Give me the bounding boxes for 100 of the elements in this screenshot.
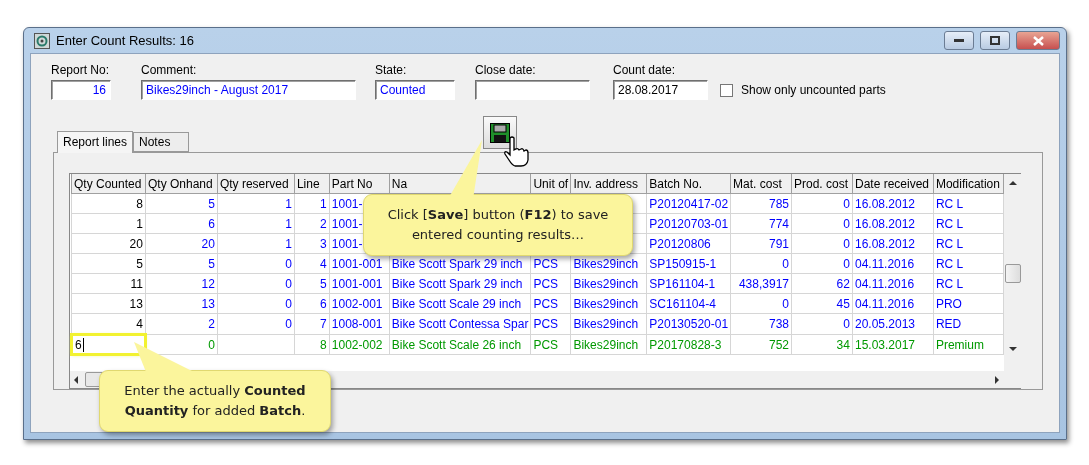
field-label: Count date: bbox=[613, 63, 677, 77]
column-header[interactable]: Modification bbox=[933, 174, 1004, 194]
table-cell: P20120417-02 bbox=[649, 196, 729, 211]
table-cell: Bikes29inch bbox=[573, 276, 639, 291]
table-cell: 8 bbox=[136, 196, 143, 211]
table-cell: 5 bbox=[320, 276, 327, 291]
table-cell: PCS bbox=[533, 317, 559, 331]
table-cell: 0 bbox=[285, 256, 292, 271]
checkbox[interactable] bbox=[720, 83, 733, 97]
text-field[interactable] bbox=[475, 80, 590, 100]
table-cell: 2 bbox=[320, 216, 327, 231]
table-cell: RC L bbox=[935, 196, 964, 211]
table-cell: 0 bbox=[843, 216, 850, 231]
window-title: Enter Count Results: 16 bbox=[56, 33, 196, 48]
table-cell: 13 bbox=[201, 296, 215, 311]
table-cell: 0 bbox=[843, 236, 850, 251]
table-cell: 1008-001 bbox=[331, 317, 383, 331]
table-cell: 16.08.2012 bbox=[854, 196, 916, 211]
column-header[interactable]: Qty reserved bbox=[217, 174, 295, 194]
table-cell: 1001-001 bbox=[331, 276, 383, 291]
save-button[interactable] bbox=[483, 116, 517, 149]
column-header[interactable]: Mat. cost bbox=[730, 174, 792, 194]
table-cell: 0 bbox=[285, 317, 292, 331]
table-cell: 1 bbox=[285, 216, 292, 231]
field-label: Comment: bbox=[141, 63, 198, 77]
table-cell: PRO bbox=[935, 296, 962, 311]
table-cell: 774 bbox=[768, 216, 789, 231]
table-cell: 20 bbox=[201, 236, 215, 251]
minimize-button[interactable] bbox=[944, 31, 974, 50]
table-cell: Bikes29inch bbox=[573, 337, 639, 352]
table-cell: Premium bbox=[935, 337, 984, 352]
column-header[interactable]: Inv. address bbox=[570, 174, 647, 194]
table-cell: P20120703-01 bbox=[649, 216, 729, 231]
table-cell: 12 bbox=[201, 276, 215, 291]
scrollbar-thumb[interactable] bbox=[1005, 264, 1021, 283]
table-cell: 16.08.2012 bbox=[854, 236, 916, 251]
table-cell: 1001-001 bbox=[331, 256, 383, 271]
text-field[interactable]: 16 bbox=[51, 80, 111, 100]
text-field[interactable]: 28.08.2017 bbox=[613, 80, 708, 100]
checkbox-label: Show only uncounted parts bbox=[741, 83, 886, 97]
table-cell: 738 bbox=[768, 317, 789, 331]
table-cell: 04.11.2016 bbox=[854, 256, 915, 271]
field-label: Close date: bbox=[475, 63, 537, 77]
column-header[interactable]: Batch No. bbox=[646, 174, 731, 194]
table-cell: 1 bbox=[136, 216, 143, 231]
table-cell: 11 bbox=[130, 276, 143, 291]
table-cell: 7 bbox=[320, 317, 327, 331]
table-cell: 1 bbox=[320, 196, 327, 211]
table-cell: 6 bbox=[208, 216, 215, 231]
table-cell: 1001- bbox=[331, 196, 363, 211]
table-cell: P20120806 bbox=[649, 236, 711, 251]
table-cell: 8 bbox=[320, 337, 327, 352]
table-cell: 16.08.2012 bbox=[854, 216, 916, 231]
table-cell: SC161104-4 bbox=[649, 296, 716, 311]
table-cell: 15.03.2017 bbox=[854, 337, 916, 352]
table-cell: 0 bbox=[285, 296, 292, 311]
column-header[interactable]: Date received bbox=[852, 174, 934, 194]
table-cell: RC L bbox=[935, 256, 964, 271]
table-cell: P20130520-01 bbox=[649, 317, 729, 331]
table-cell: 0 bbox=[782, 296, 789, 311]
table-cell: 1 bbox=[285, 236, 292, 251]
table-cell: RC L bbox=[935, 276, 964, 291]
column-header[interactable]: Qty Counted bbox=[71, 174, 146, 194]
scroll-right-icon[interactable] bbox=[995, 375, 1000, 384]
minimize-icon bbox=[954, 38, 964, 43]
field-label: State: bbox=[375, 63, 408, 77]
table-cell: Bike Scott Spark 29 inch bbox=[391, 276, 523, 291]
column-header[interactable]: Prod. cost bbox=[791, 174, 853, 194]
table-cell: RED bbox=[935, 317, 962, 331]
table-cell: 0 bbox=[843, 196, 850, 211]
column-header[interactable]: Qty Onhand bbox=[145, 174, 218, 194]
text-field[interactable]: Counted bbox=[375, 80, 455, 100]
table-cell: 3 bbox=[320, 236, 327, 251]
table-cell: RC L bbox=[935, 216, 964, 231]
text-field[interactable]: Bikes29inch - August 2017 bbox=[141, 80, 356, 100]
column-header[interactable]: Line bbox=[294, 174, 330, 194]
hand-cursor-icon bbox=[502, 136, 532, 168]
table-cell: 0 bbox=[208, 337, 215, 352]
tab[interactable]: Notes bbox=[133, 132, 190, 152]
maximize-button[interactable] bbox=[980, 31, 1010, 50]
table-cell: 5 bbox=[136, 256, 143, 271]
qty-input-cell[interactable]: 6 bbox=[71, 334, 146, 355]
scroll-left-icon[interactable] bbox=[74, 375, 79, 384]
table-cell: 6 bbox=[320, 296, 327, 311]
column-header[interactable]: Unit of bbox=[530, 174, 571, 194]
table-cell: 2 bbox=[208, 317, 215, 331]
table-cell: 1001- bbox=[331, 236, 363, 251]
table-cell: 438,3917 bbox=[738, 276, 789, 291]
table-cell: 791 bbox=[768, 236, 789, 251]
column-header[interactable]: Part No bbox=[329, 174, 390, 194]
table-cell: Bikes29inch bbox=[573, 296, 639, 311]
table-cell: 4 bbox=[136, 316, 143, 331]
table-cell: Bike Scott Spark 29 inch bbox=[391, 256, 523, 271]
table-cell: 20 bbox=[129, 236, 143, 251]
table-cell: SP161104-1 bbox=[649, 276, 716, 291]
table-cell: 1002-001 bbox=[331, 296, 383, 311]
field-label: Report No: bbox=[51, 63, 111, 77]
maximize-icon bbox=[990, 36, 1000, 45]
close-button[interactable] bbox=[1016, 31, 1060, 50]
tab[interactable]: Report lines bbox=[57, 131, 134, 153]
